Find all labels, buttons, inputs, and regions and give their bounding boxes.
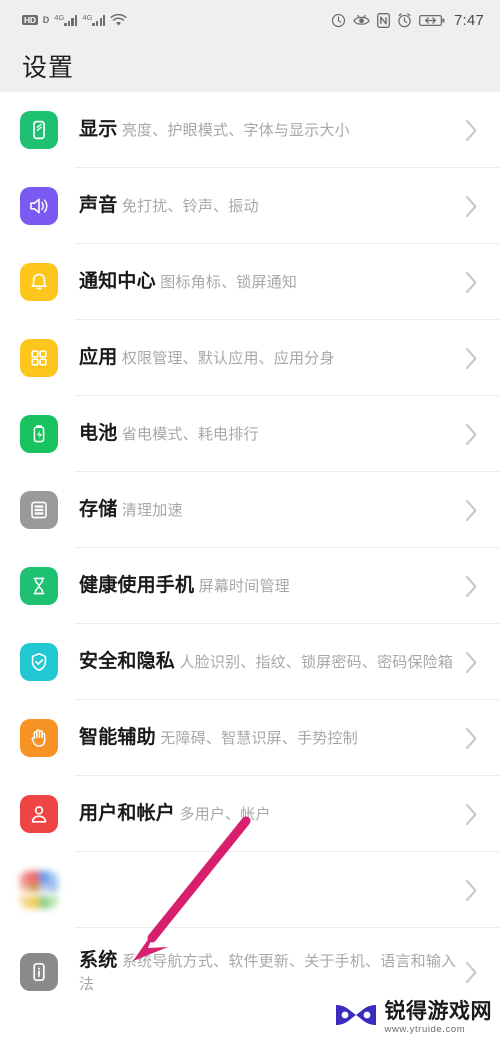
title-bar: 设置	[0, 40, 500, 92]
settings-item-text: 健康使用手机 屏幕时间管理	[79, 574, 457, 598]
status-bar-clock: 7:47	[454, 11, 484, 29]
status-bar: HD D 4G 4G 7:47	[0, 0, 500, 40]
settings-item-redacted[interactable]	[0, 852, 500, 928]
settings-item-display[interactable]: 显示 亮度、护眼模式、字体与显示大小	[0, 92, 500, 168]
sync-icon	[331, 13, 346, 28]
settings-item-subtitle: 系统导航方式、软件更新、关于手机、语言和输入法	[79, 953, 457, 993]
chevron-right-icon[interactable]	[465, 879, 486, 902]
blurred-multicolor-icon	[20, 871, 58, 909]
apps-grid-icon	[20, 339, 58, 377]
settings-item-text: 显示 亮度、护眼模式、字体与显示大小	[79, 118, 457, 142]
chevron-right-icon[interactable]	[465, 119, 486, 142]
settings-item-storage[interactable]: 存储 清理加速	[0, 472, 500, 548]
signal-sim1-icon: 4G	[54, 14, 78, 27]
settings-item-text: 用户和帐户 多用户、帐户	[79, 802, 457, 826]
storage-icon	[20, 491, 58, 529]
settings-item-subtitle: 亮度、护眼模式、字体与显示大小	[121, 121, 350, 139]
settings-item-battery[interactable]: 电池 省电模式、耗电排行	[0, 396, 500, 472]
settings-item-apps[interactable]: 应用 权限管理、默认应用、应用分身	[0, 320, 500, 396]
settings-item-text: 应用 权限管理、默认应用、应用分身	[79, 346, 457, 370]
settings-item-notifications[interactable]: 通知中心 图标角标、锁屏通知	[0, 244, 500, 320]
chevron-right-icon[interactable]	[465, 727, 486, 750]
chevron-right-icon[interactable]	[465, 651, 486, 674]
bowtie-logo-icon	[334, 1001, 378, 1034]
watermark: 锐得游戏网 www.ytruide.com	[334, 999, 493, 1035]
hourglass-icon	[20, 567, 58, 605]
chevron-right-icon[interactable]	[465, 803, 486, 826]
bell-icon	[20, 263, 58, 301]
shield-check-icon	[20, 643, 58, 681]
page-title: 设置	[22, 54, 75, 82]
alarm-icon	[397, 12, 412, 28]
chevron-right-icon[interactable]	[465, 499, 486, 522]
settings-item-title: 安全和隐私	[79, 650, 176, 672]
settings-item-title: 用户和帐户	[79, 802, 176, 824]
settings-item-security-privacy[interactable]: 安全和隐私 人脸识别、指纹、锁屏密码、密码保险箱	[0, 624, 500, 700]
status-bar-left: HD D 4G 4G	[22, 13, 127, 27]
status-bar-right: 7:47	[331, 12, 484, 29]
system-info-icon	[20, 953, 58, 991]
signal-sim2-icon: 4G	[82, 14, 106, 27]
settings-item-title: 显示	[79, 118, 118, 140]
settings-item-subtitle: 免打扰、铃声、振动	[121, 197, 259, 215]
battery-icon	[419, 14, 445, 27]
settings-item-title: 应用	[79, 346, 118, 368]
settings-item-title: 智能辅助	[79, 726, 156, 748]
settings-item-text: 智能辅助 无障碍、智慧识屏、手势控制	[79, 726, 457, 750]
settings-item-subtitle: 权限管理、默认应用、应用分身	[121, 349, 335, 367]
settings-list: 显示 亮度、护眼模式、字体与显示大小 声音 免打扰、铃声、振动 通知中心 图标角…	[0, 92, 500, 1016]
settings-item-subtitle: 无障碍、智慧识屏、手势控制	[160, 729, 358, 747]
battery-charge-icon	[20, 415, 58, 453]
settings-item-subtitle: 多用户、帐户	[179, 805, 271, 823]
sim-indicator-icon: D	[42, 14, 50, 25]
sound-icon	[20, 187, 58, 225]
settings-item-title: 系统	[79, 950, 118, 972]
chevron-right-icon[interactable]	[465, 575, 486, 598]
chevron-right-icon[interactable]	[465, 961, 486, 984]
settings-item-text: 系统 系统导航方式、软件更新、关于手机、语言和输入法	[79, 949, 457, 995]
settings-item-text: 声音 免打扰、铃声、振动	[79, 194, 457, 218]
settings-item-text: 安全和隐私 人脸识别、指纹、锁屏密码、密码保险箱	[79, 650, 457, 674]
display-icon	[20, 111, 58, 149]
watermark-site-name: 锐得游戏网	[384, 999, 492, 1023]
settings-item-users-accounts[interactable]: 用户和帐户 多用户、帐户	[0, 776, 500, 852]
chevron-right-icon[interactable]	[465, 195, 486, 218]
watermark-url: www.ytruide.com	[384, 1024, 466, 1035]
settings-item-title: 通知中心	[79, 270, 156, 292]
settings-item-subtitle: 人脸识别、指纹、锁屏密码、密码保险箱	[179, 653, 454, 671]
settings-item-title: 健康使用手机	[79, 574, 195, 596]
chevron-right-icon[interactable]	[465, 347, 486, 370]
settings-item-smart-assistance[interactable]: 智能辅助 无障碍、智慧识屏、手势控制	[0, 700, 500, 776]
settings-screen: HD D 4G 4G 7:47 设置 显示 亮度、护眼模式、字体与显示大小 声音…	[0, 0, 500, 1039]
settings-item-title: 声音	[79, 194, 118, 216]
settings-item-text: 通知中心 图标角标、锁屏通知	[79, 270, 457, 294]
user-account-icon	[20, 795, 58, 833]
settings-item-digital-balance[interactable]: 健康使用手机 屏幕时间管理	[0, 548, 500, 624]
settings-item-subtitle: 清理加速	[121, 501, 183, 519]
watermark-text: 锐得游戏网 www.ytruide.com	[384, 999, 493, 1035]
settings-item-subtitle: 图标角标、锁屏通知	[160, 273, 298, 291]
settings-item-text: 存储 清理加速	[79, 498, 457, 522]
settings-item-subtitle: 省电模式、耗电排行	[121, 425, 259, 443]
wifi-icon	[110, 13, 127, 27]
volte-hd-icon: HD	[22, 14, 38, 26]
settings-item-title: 电池	[79, 422, 118, 444]
signal-bars-1-icon	[64, 15, 78, 27]
hand-icon	[20, 719, 58, 757]
settings-item-title: 存储	[79, 498, 118, 520]
chevron-right-icon[interactable]	[465, 423, 486, 446]
settings-item-subtitle: 屏幕时间管理	[198, 577, 290, 595]
signal-bars-2-icon	[92, 15, 106, 27]
chevron-right-icon[interactable]	[465, 271, 486, 294]
eye-comfort-icon	[353, 14, 370, 27]
settings-item-sound[interactable]: 声音 免打扰、铃声、振动	[0, 168, 500, 244]
nfc-icon	[377, 12, 390, 28]
settings-item-text: 电池 省电模式、耗电排行	[79, 422, 457, 446]
